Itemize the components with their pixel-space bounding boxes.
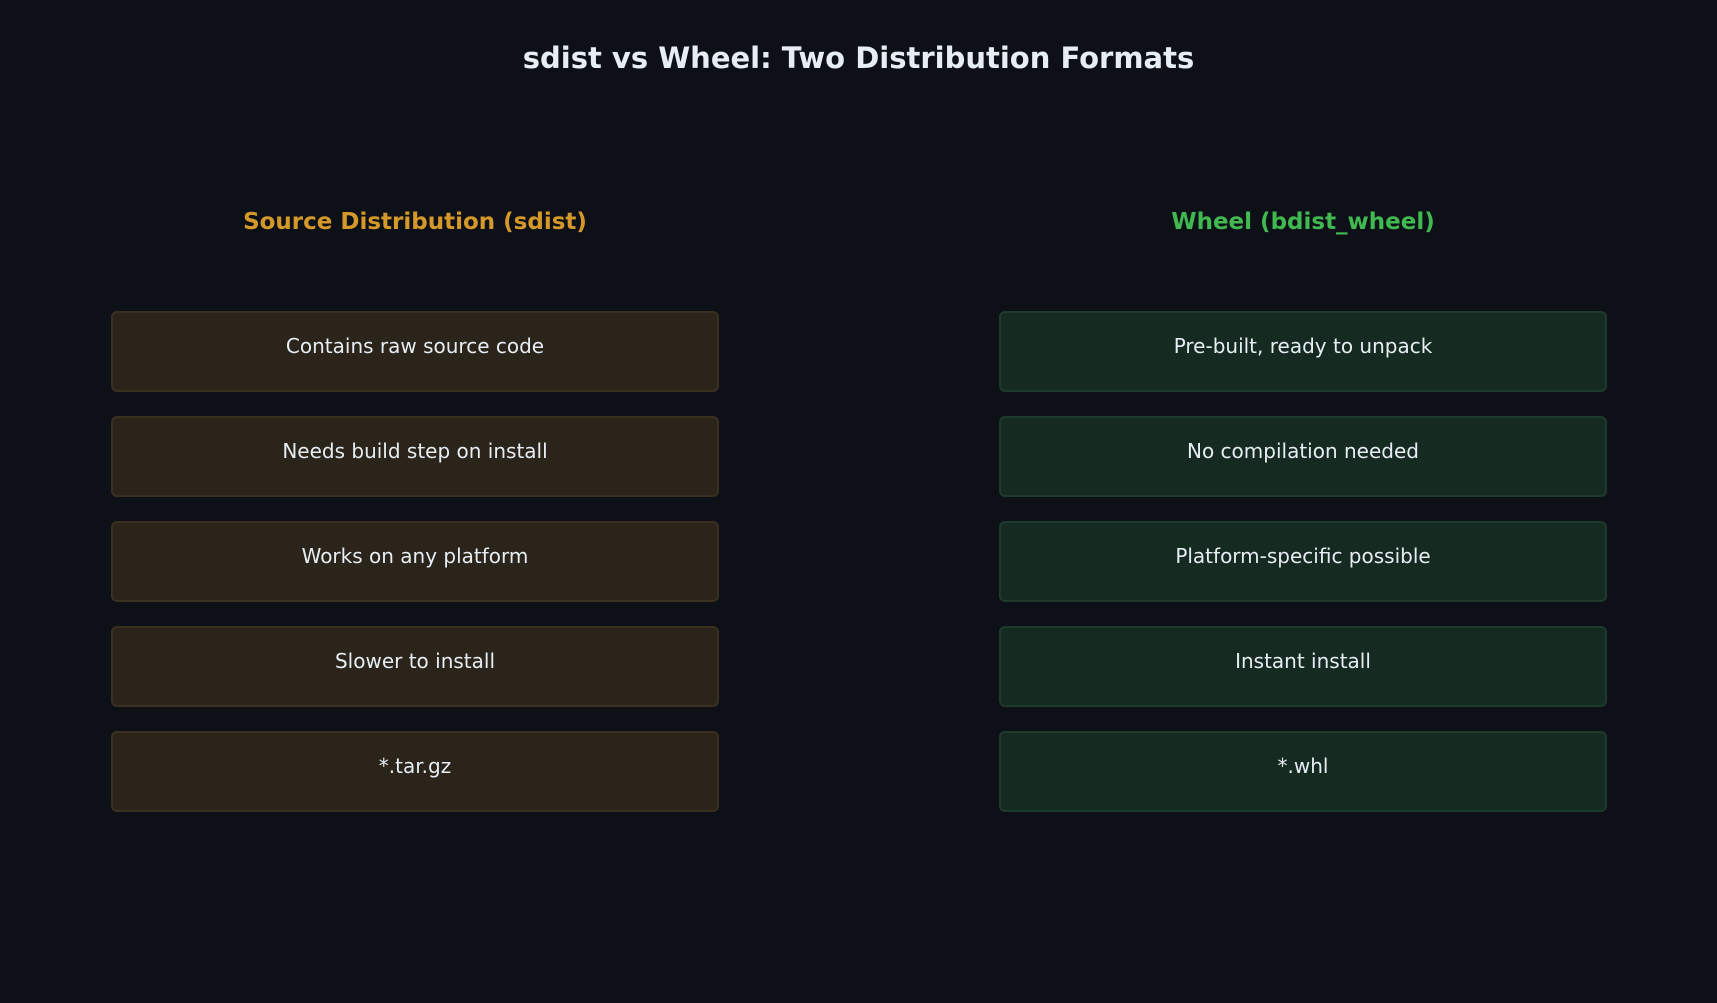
sdist-card-source-code: Contains raw source code (111, 311, 719, 392)
page-title: sdist vs Wheel: Two Distribution Formats (522, 41, 1195, 75)
sdist-card-build-step: Needs build step on install (111, 416, 719, 497)
sdist-card-slower-install: Slower to install (111, 626, 719, 707)
wheel-card-extension: *.whl (999, 731, 1607, 812)
sdist-heading: Source Distribution (sdist) (243, 209, 587, 235)
wheel-card-no-compilation: No compilation needed (999, 416, 1607, 497)
sdist-card-any-platform: Works on any platform (111, 521, 719, 602)
wheel-card-platform-specific: Platform-specific possible (999, 521, 1607, 602)
wheel-card-list: Pre-built, ready to unpack No compilatio… (999, 311, 1607, 836)
wheel-card-instant-install: Instant install (999, 626, 1607, 707)
sdist-card-extension: *.tar.gz (111, 731, 719, 812)
wheel-heading: Wheel (bdist_wheel) (1171, 209, 1435, 235)
sdist-card-list: Contains raw source code Needs build ste… (111, 311, 719, 836)
wheel-card-pre-built: Pre-built, ready to unpack (999, 311, 1607, 392)
